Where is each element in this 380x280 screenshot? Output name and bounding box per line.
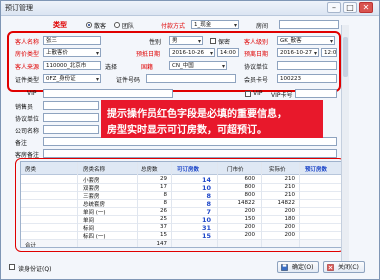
arrival-time-field[interactable]: 14:00 [217, 48, 239, 57]
type-group-label: 团队 [122, 23, 135, 30]
payment-label: 付款方式 [161, 23, 186, 30]
title-bar: 预订管理 – □ ✕ [1, 1, 379, 16]
room-label: 房间 [256, 23, 269, 30]
type-individual-radio[interactable] [86, 22, 92, 28]
departure-date-field[interactable]: 2016-10-27 [277, 48, 319, 57]
rate-type-select[interactable]: 上散客价 [43, 48, 101, 57]
tip-line-2: 房型实时显示可订房数，可超预订。 [107, 125, 267, 136]
confidential-label: 保密 [218, 39, 231, 46]
source-choose-button[interactable]: 选择 [105, 62, 117, 71]
payment-select[interactable]: 1_现金 [191, 20, 239, 29]
vip-checkbox[interactable] [245, 91, 251, 97]
type-individual-label: 散客 [94, 23, 107, 30]
gender-select[interactable]: 男 [169, 36, 203, 45]
departure-date-label: 预离日期 [244, 51, 269, 58]
form-scrollbar[interactable] [341, 25, 349, 263]
nationality-label: 国籍 [141, 64, 154, 71]
maximize-button[interactable]: □ [343, 2, 357, 13]
vip-field[interactable] [43, 89, 173, 98]
rate-type-label: 房价类型 [15, 51, 40, 58]
vip-card-field[interactable] [295, 89, 337, 98]
scrollbar-thumb[interactable] [343, 37, 348, 77]
room-grid-highlight [15, 158, 345, 252]
vip-card-label: VIP卡号 [271, 92, 293, 99]
ok-button[interactable]: 确定(O) [277, 261, 319, 273]
close-button[interactable]: ✕ [359, 2, 373, 13]
guest-source-field[interactable]: 110000_北京市 [43, 61, 101, 70]
member-card-field[interactable]: 100223 [277, 74, 337, 83]
guest-class-label: 客人级别 [244, 39, 269, 46]
arrival-date-field[interactable]: 2016-10-26 [169, 48, 215, 57]
tip-line-1: 提示操作员红色字段是必填的重要信息， [107, 109, 287, 120]
window-title: 预订管理 [5, 4, 33, 12]
type-label: 类型 [53, 21, 67, 29]
company-field[interactable] [43, 125, 99, 134]
close-icon [327, 264, 334, 271]
read-id-card-checkbox[interactable] [9, 264, 15, 270]
agent2-label: 协议单位 [15, 116, 40, 123]
agent-label: 协议单位 [244, 64, 269, 71]
agent2-field[interactable] [43, 113, 99, 122]
guest-class-select[interactable]: GK_散客 [277, 36, 335, 45]
member-card-label: 会员卡号 [244, 77, 269, 84]
remark-label: 备注 [15, 140, 28, 147]
tip-banner: 提示操作员红色字段是必填的重要信息， 房型实时显示可订房数，可超预订。 [101, 100, 323, 138]
guest-name-field[interactable]: 张三 [43, 36, 101, 45]
read-id-card-label: 读身份证(Q) [18, 266, 52, 273]
company-label: 公司名称 [15, 128, 40, 135]
type-group-radio[interactable] [114, 22, 120, 28]
minimize-button[interactable]: – [327, 2, 341, 13]
close-dialog-button[interactable]: 关闭(C) [323, 261, 365, 273]
arrival-date-label: 预抵日期 [136, 51, 161, 58]
room-field[interactable] [279, 20, 339, 29]
remark-field[interactable] [43, 137, 337, 146]
nationality-select[interactable]: CN_中国 [169, 61, 227, 70]
reservation-window: 预订管理 – □ ✕ 类型 散客 团队 付款方式 1_现金 房间 客人名称 张三… [0, 0, 380, 280]
sales-label: 销售员 [15, 104, 34, 111]
close-dialog-button-label: 关闭(C) [338, 264, 359, 271]
confidential-checkbox[interactable] [210, 38, 216, 44]
save-icon [281, 264, 288, 271]
vip-label-left: VIP [27, 90, 37, 97]
guest-name-label: 客人名称 [15, 39, 40, 46]
id-number-label: 证件号码 [116, 77, 141, 84]
id-type-select[interactable]: 0FZ_身份证 [43, 74, 101, 83]
ok-button-label: 确定(O) [292, 264, 314, 271]
guest-source-label: 客人来源 [15, 64, 40, 71]
memo-field[interactable] [43, 149, 337, 158]
id-number-field[interactable] [146, 74, 236, 83]
agent-field[interactable] [277, 61, 337, 70]
id-type-label: 证件类型 [15, 77, 40, 84]
departure-time-field[interactable]: 12:00 [321, 48, 337, 57]
vip-label: VIP [253, 90, 263, 97]
gender-label: 性别 [149, 39, 162, 46]
sales-field[interactable] [43, 101, 99, 110]
